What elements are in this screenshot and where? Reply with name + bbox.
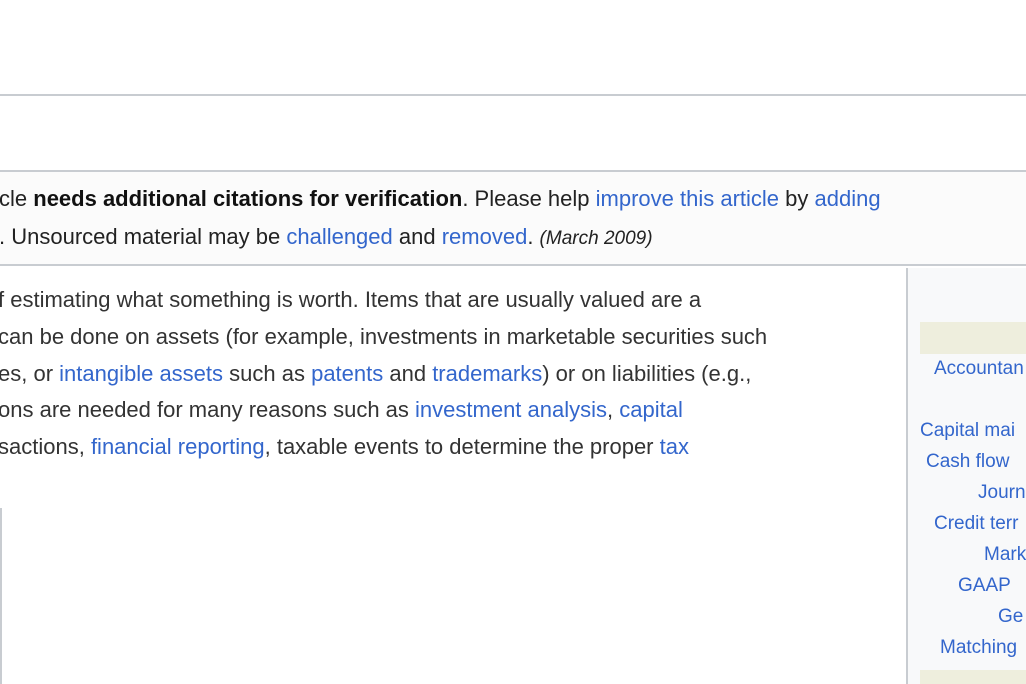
- intangible-assets-link[interactable]: intangible assets: [59, 361, 223, 386]
- page: ticle needs additional citations for ver…: [0, 0, 1026, 684]
- sidebar-item-cash-flow[interactable]: Cash flow: [926, 451, 1009, 473]
- notice-text: .: [527, 224, 540, 249]
- article-line: sactions, financial reporting, taxable e…: [0, 429, 898, 466]
- notice-date: (March 2009): [539, 228, 653, 249]
- accounting-sidebar: Accountan Capital mai Cash flow Journ Cr…: [906, 268, 1026, 684]
- article-text: can be done on assets (for example, inve…: [0, 323, 768, 349]
- article-text: es, or: [0, 360, 60, 386]
- challenged-link[interactable]: challenged: [286, 224, 392, 249]
- notice-line-1: ticle needs additional citations for ver…: [0, 186, 881, 212]
- sidebar-item-credit-terms[interactable]: Credit terr: [934, 513, 1018, 535]
- article-text: ,: [607, 397, 620, 423]
- investment-analysis-link[interactable]: investment analysis: [415, 397, 607, 422]
- article-text: ) or on liabilities (e.g.,: [542, 360, 752, 386]
- sidebar-item-matching[interactable]: Matching: [940, 637, 1017, 659]
- image-frame-edge: [0, 508, 2, 684]
- sidebar-item-capital-maintenance[interactable]: Capital mai: [920, 420, 1015, 442]
- notice-text: . Please help: [462, 186, 596, 211]
- notice-text: and: [392, 224, 442, 249]
- notice-bold-text: needs additional citations for verificat…: [33, 186, 463, 211]
- removed-link[interactable]: removed: [442, 224, 528, 249]
- notice-text: ticle: [0, 186, 28, 211]
- tax-link[interactable]: tax: [660, 434, 689, 459]
- sidebar-item-accountancy[interactable]: Accountan: [934, 358, 1024, 380]
- sidebar-header-band: [920, 322, 1026, 354]
- sidebar-item-gaap[interactable]: GAAP: [958, 575, 1011, 597]
- adding-link[interactable]: adding: [815, 186, 881, 211]
- notice-line-2: s. Unsourced material may be challenged …: [0, 224, 653, 252]
- capital-link[interactable]: capital: [619, 397, 683, 422]
- article-text: ons are needed for many reasons such as: [0, 397, 416, 423]
- sidebar-item-ge[interactable]: Ge: [998, 606, 1023, 628]
- top-divider: [0, 94, 1026, 96]
- article-text: and: [383, 360, 433, 386]
- article-line: ons are needed for many reasons such as …: [0, 392, 898, 429]
- article-text: , taxable events to determine the proper: [264, 434, 660, 460]
- notice-text: . Unsourced material may be: [0, 224, 287, 249]
- sidebar-item-market[interactable]: Mark: [984, 544, 1026, 566]
- article-line: f estimating what something is worth. It…: [0, 282, 898, 319]
- article-text: sactions,: [0, 434, 91, 460]
- notice-text: by: [779, 186, 815, 211]
- article-text: such as: [223, 360, 312, 386]
- financial-reporting-link[interactable]: financial reporting: [91, 434, 265, 459]
- article-line: es, or intangible assets such as patents…: [0, 356, 898, 393]
- article-body: f estimating what something is worth. It…: [0, 282, 898, 466]
- article-text: f estimating what something is worth. It…: [0, 287, 702, 312]
- patents-link[interactable]: patents: [311, 361, 383, 386]
- improve-article-link[interactable]: improve this article: [596, 186, 779, 211]
- trademarks-link[interactable]: trademarks: [432, 361, 542, 386]
- sidebar-item-journal[interactable]: Journ: [978, 482, 1026, 504]
- article-line: can be done on assets (for example, inve…: [0, 319, 898, 356]
- sidebar-footer-band: [920, 670, 1026, 684]
- citation-notice-box: ticle needs additional citations for ver…: [0, 170, 1026, 266]
